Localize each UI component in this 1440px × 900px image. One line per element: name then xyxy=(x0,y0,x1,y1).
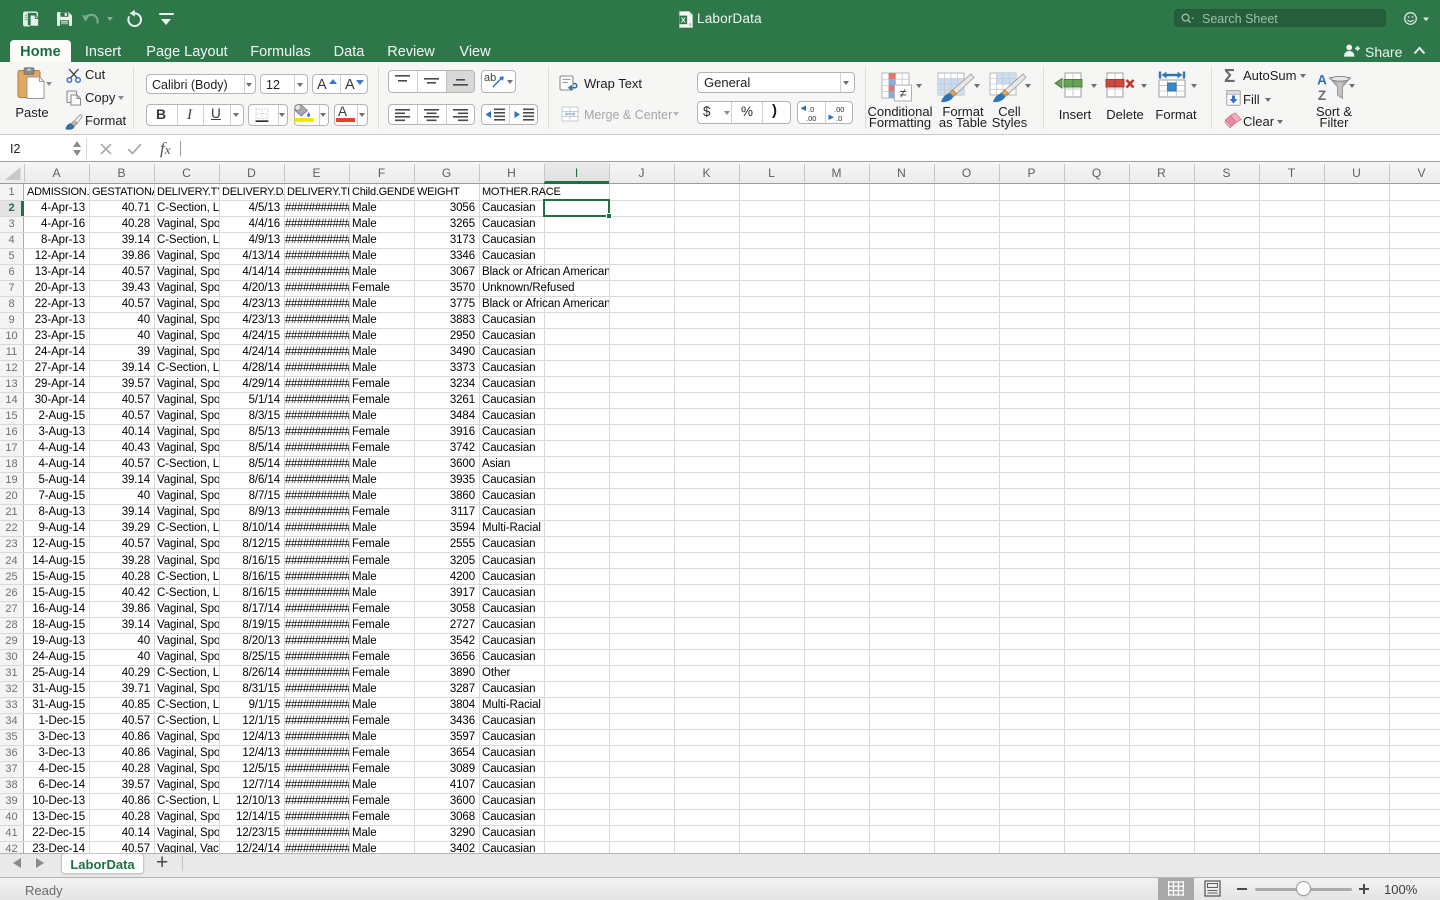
svg-text:Z: Z xyxy=(1318,88,1326,102)
svg-text:A: A xyxy=(1317,73,1327,88)
svg-text:.0: .0 xyxy=(808,105,814,114)
svg-text:.00: .00 xyxy=(834,105,844,114)
svg-text:.0: .0 xyxy=(836,114,842,123)
svg-text:≠: ≠ xyxy=(899,85,906,100)
svg-text:.00: .00 xyxy=(806,114,816,123)
svg-text:X: X xyxy=(681,15,686,24)
